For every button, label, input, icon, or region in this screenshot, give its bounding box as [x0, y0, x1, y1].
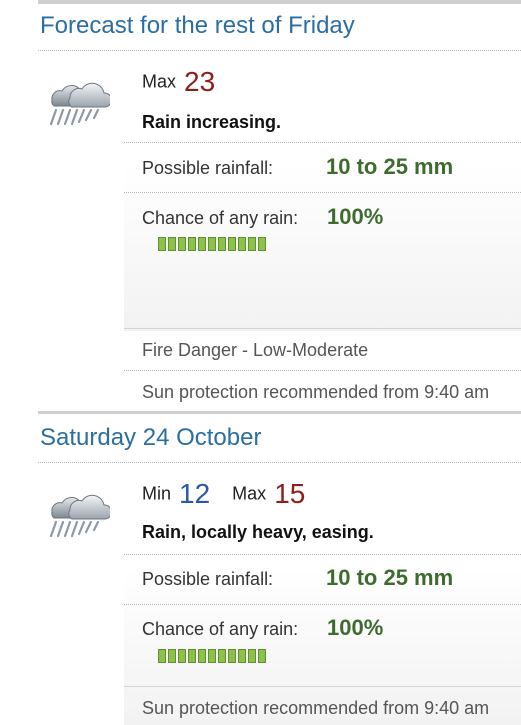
rain-chance-segment	[158, 237, 166, 251]
forecast-section-saturday: Saturday 24 October Min 12 Max 15 Rain, loc…	[38, 418, 521, 725]
fire-danger: Fire Danger - Low-Moderate	[142, 340, 369, 360]
section-title: Saturday 24 October	[40, 424, 262, 451]
divider	[124, 554, 521, 555]
top-divider	[38, 0, 521, 4]
rain-chance-segment	[178, 649, 186, 663]
rain-cloud-icon	[42, 76, 110, 128]
max-temp: 15	[274, 478, 306, 509]
max-temp: 23	[184, 66, 216, 97]
divider	[124, 686, 521, 687]
rain-chance-segment	[218, 649, 226, 663]
max-label: Max	[142, 71, 177, 92]
sun-protection: Sun protection recommended from 9:40 am	[142, 698, 490, 718]
forecast-summary: Rain increasing.	[142, 112, 282, 132]
rain-chance-segment	[238, 649, 246, 663]
rain-chance-segment	[188, 649, 196, 663]
temperature-row: Min 12 Max 15	[142, 478, 305, 510]
divider	[124, 370, 521, 371]
section-title: Forecast for the rest of Friday	[40, 12, 355, 39]
rain-chance-segment	[168, 649, 176, 663]
rain-chance-segment	[228, 649, 236, 663]
chance-value: 100%	[327, 204, 384, 229]
rain-chance-bar	[158, 649, 266, 663]
rain-chance-segment	[198, 237, 206, 251]
chance-value: 100%	[327, 615, 384, 640]
chance-label: Chance of any rain:	[142, 208, 299, 228]
rain-chance-segment	[258, 237, 266, 251]
rain-chance-segment	[248, 237, 256, 251]
divider	[124, 192, 521, 193]
rain-chance-segment	[188, 237, 196, 251]
rain-chance-segment	[178, 237, 186, 251]
section-divider	[38, 411, 521, 414]
rain-chance-segment	[168, 237, 176, 251]
rain-chance-segment	[198, 649, 206, 663]
rainfall-value: 10 to 25 mm	[326, 565, 454, 590]
max-label: Max	[232, 483, 267, 504]
forecast-summary: Rain, locally heavy, easing.	[142, 522, 374, 542]
rain-chance-segment	[158, 649, 166, 663]
divider	[124, 328, 521, 329]
rain-chance-segment	[218, 237, 226, 251]
rain-cloud-icon	[42, 488, 110, 540]
rain-chance-bar	[158, 237, 266, 251]
chance-label: Chance of any rain:	[142, 619, 299, 639]
sun-protection: Sun protection recommended from 9:40 am	[142, 382, 490, 402]
rain-chance-segment	[238, 237, 246, 251]
min-temp: 12	[179, 478, 211, 509]
min-label: Min	[142, 483, 172, 504]
rain-chance-segment	[228, 237, 236, 251]
rain-chance-segment	[208, 649, 216, 663]
rainfall-label: Possible rainfall:	[142, 569, 274, 589]
rain-chance-segment	[258, 649, 266, 663]
divider	[124, 604, 521, 605]
rainfall-label: Possible rainfall:	[142, 158, 274, 178]
forecast-section-friday: Forecast for the rest of Friday Max 23 Ra…	[38, 6, 521, 410]
temperature-row: Max 23	[142, 66, 215, 98]
divider	[124, 142, 521, 143]
rain-chance-segment	[248, 649, 256, 663]
rainfall-value: 10 to 25 mm	[326, 154, 454, 179]
rain-chance-segment	[208, 237, 216, 251]
